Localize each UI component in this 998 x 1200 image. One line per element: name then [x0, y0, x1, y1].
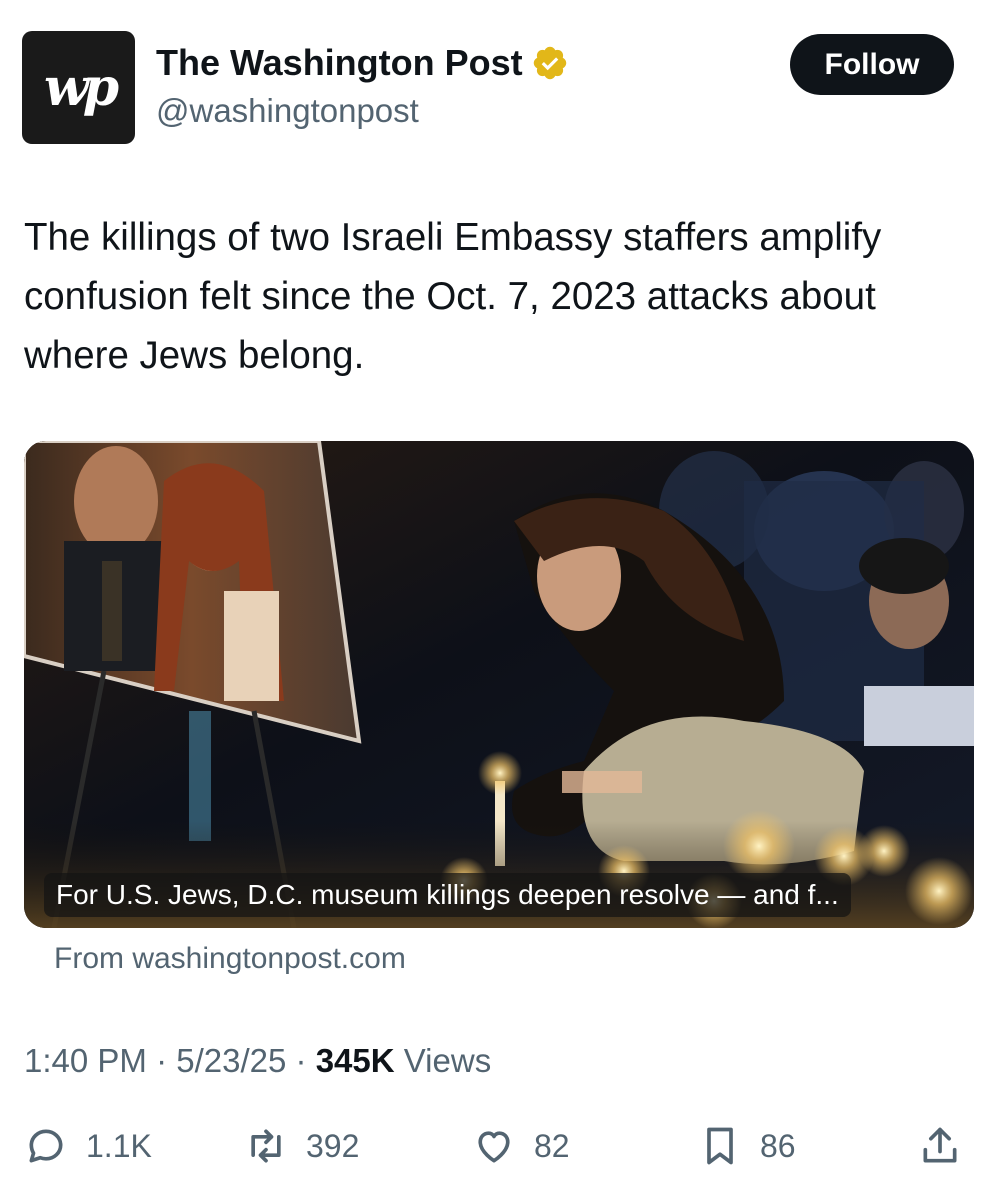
- meta-separator: ·: [295, 1042, 316, 1079]
- views-count: 345K: [315, 1042, 395, 1079]
- tweet-text: The killings of two Israeli Embassy staf…: [24, 216, 882, 377]
- action-bar: 1.1K 392 82 86: [0, 1120, 998, 1180]
- avatar[interactable]: wp: [22, 31, 135, 144]
- reply-icon: [29, 1129, 63, 1163]
- meta-separator: ·: [156, 1042, 177, 1079]
- verified-badge-icon: [533, 46, 566, 80]
- repost-icon: [251, 1129, 281, 1163]
- like-count: 82: [534, 1127, 570, 1164]
- reply-button[interactable]: 1.1K: [24, 1124, 152, 1168]
- repost-count: 392: [306, 1127, 360, 1164]
- link-card-image[interactable]: For U.S. Jews, D.C. museum killings deep…: [24, 441, 974, 928]
- tweet-meta: 1:40 PM · 5/23/25 · 345K Views: [24, 1042, 491, 1080]
- heart-icon: [478, 1131, 510, 1163]
- follow-button[interactable]: Follow: [790, 34, 954, 95]
- author-name-row[interactable]: The Washington Post: [156, 42, 569, 84]
- author-name[interactable]: The Washington Post: [156, 42, 523, 84]
- tweet-date[interactable]: 5/23/25: [176, 1042, 286, 1079]
- repost-button[interactable]: 392: [244, 1124, 359, 1168]
- views-label: Views: [403, 1042, 492, 1079]
- bookmark-button[interactable]: 86: [698, 1124, 796, 1168]
- share-button[interactable]: [918, 1124, 962, 1168]
- card-source[interactable]: From washingtonpost.com: [54, 942, 406, 976]
- bookmark-icon: [707, 1127, 733, 1165]
- tweet-time[interactable]: 1:40 PM: [24, 1042, 147, 1079]
- card-caption[interactable]: For U.S. Jews, D.C. museum killings deep…: [44, 873, 851, 917]
- share-icon: [923, 1127, 957, 1163]
- vigil-photo: [24, 441, 974, 928]
- like-button[interactable]: 82: [472, 1124, 570, 1168]
- reply-count: 1.1K: [86, 1127, 152, 1164]
- author-handle[interactable]: @washingtonpost: [156, 92, 419, 130]
- bookmark-count: 86: [760, 1127, 796, 1164]
- tweet: wp The Washington Post @washingtonpost F…: [0, 0, 998, 1200]
